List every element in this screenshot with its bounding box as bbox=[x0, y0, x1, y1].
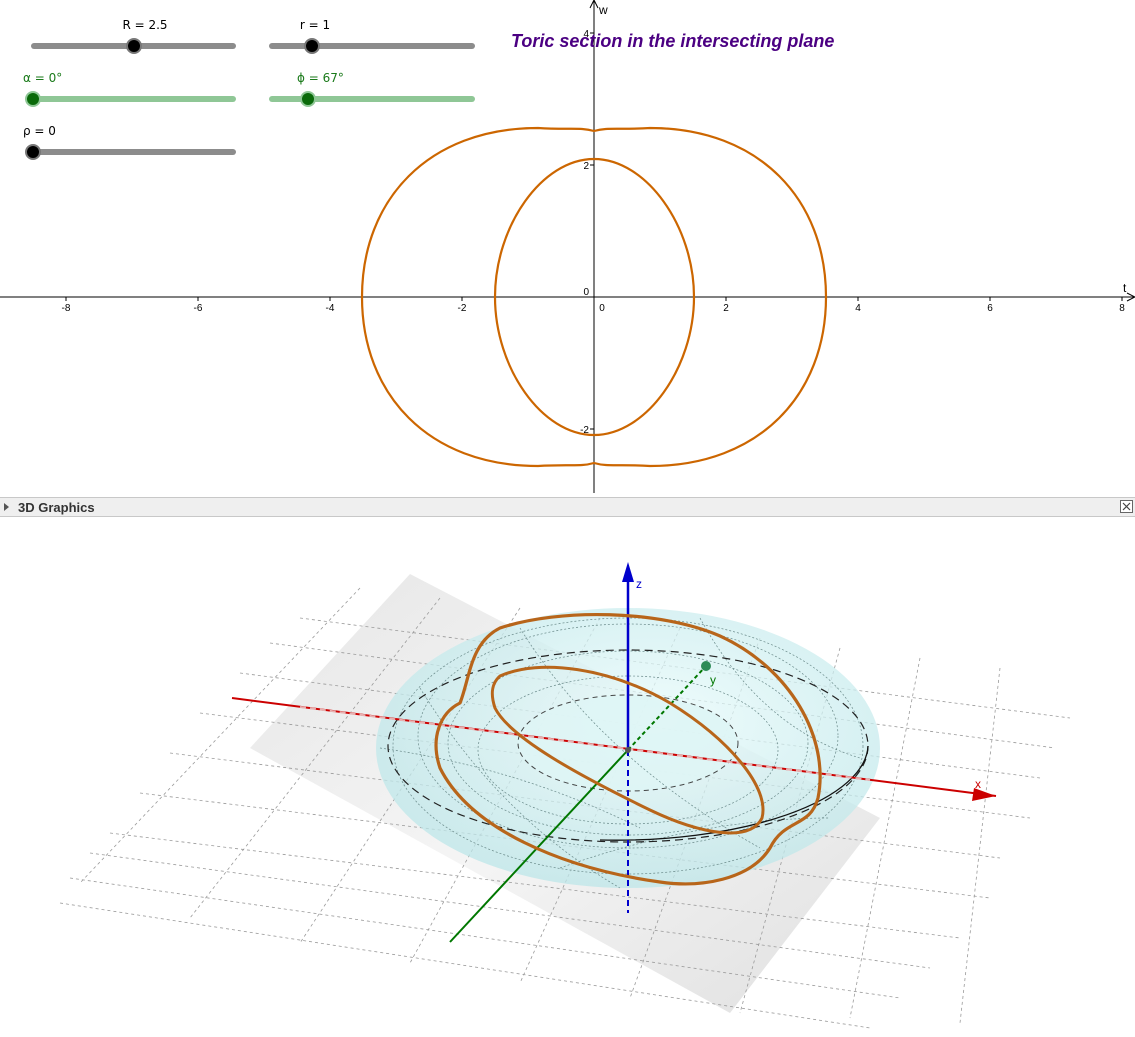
x-tick-label: -4 bbox=[326, 303, 335, 314]
slider-r-label: r = 1 bbox=[299, 18, 331, 32]
x-tick-label: 8 bbox=[1119, 303, 1125, 314]
slider-R-knob[interactable] bbox=[125, 38, 142, 54]
z-axis-label: z bbox=[636, 577, 642, 591]
close-icon[interactable] bbox=[1120, 500, 1133, 513]
t-axis-label: t bbox=[1123, 281, 1127, 295]
x-tick-label: -6 bbox=[194, 303, 203, 314]
slider-rho-knob[interactable] bbox=[25, 144, 42, 160]
y-axis-label: y bbox=[710, 673, 716, 687]
x-tick-label: -2 bbox=[458, 303, 467, 314]
slider-alpha-knob[interactable] bbox=[25, 91, 42, 107]
slider-rho[interactable] bbox=[25, 144, 236, 160]
triangle-right-icon[interactable] bbox=[4, 503, 9, 511]
graphics-2d-view[interactable]: t w -8 -6 -4 -2 0 2 4 6 8 -2 0 2 4 R = 2… bbox=[0, 0, 1135, 493]
origin-point bbox=[625, 747, 631, 753]
x-tick-label: 4 bbox=[855, 303, 861, 314]
slider-phi-knob[interactable] bbox=[300, 91, 317, 107]
x-tick-label: -8 bbox=[62, 303, 71, 314]
slider-alpha-label: α = 0° bbox=[23, 71, 63, 85]
slider-alpha[interactable] bbox=[25, 91, 236, 107]
w-axis-label: w bbox=[598, 3, 608, 17]
y-tick-label: 0 bbox=[583, 287, 589, 298]
y-tick-label: 2 bbox=[583, 161, 589, 172]
slider-phi[interactable] bbox=[269, 91, 475, 107]
y-axis-point[interactable] bbox=[701, 661, 711, 671]
x-axis-label: x bbox=[975, 777, 981, 791]
x-tick-label: 2 bbox=[723, 303, 729, 314]
slider-rho-label: ρ = 0 bbox=[23, 124, 56, 138]
x-tick-label: 0 bbox=[599, 303, 605, 314]
x-tick-label: 6 bbox=[987, 303, 993, 314]
graphics-3d-title: 3D Graphics bbox=[18, 500, 95, 515]
z-axis-arrow bbox=[622, 562, 634, 582]
slider-phi-label: ϕ = 67° bbox=[297, 71, 344, 85]
slider-r[interactable] bbox=[269, 38, 475, 54]
graphics-2d-canvas[interactable]: t w -8 -6 -4 -2 0 2 4 6 8 -2 0 2 4 bbox=[0, 0, 1135, 493]
slider-R-label: R = 2.5 bbox=[122, 18, 168, 32]
slider-R[interactable] bbox=[31, 38, 236, 54]
graphics-3d-view[interactable]: x y z bbox=[0, 518, 1135, 1037]
graphics-3d-titlebar: 3D Graphics bbox=[0, 497, 1135, 517]
graphics-title: Toric section in the intersecting plane bbox=[511, 31, 835, 51]
graphics-3d-canvas[interactable]: x y z bbox=[0, 518, 1135, 1037]
